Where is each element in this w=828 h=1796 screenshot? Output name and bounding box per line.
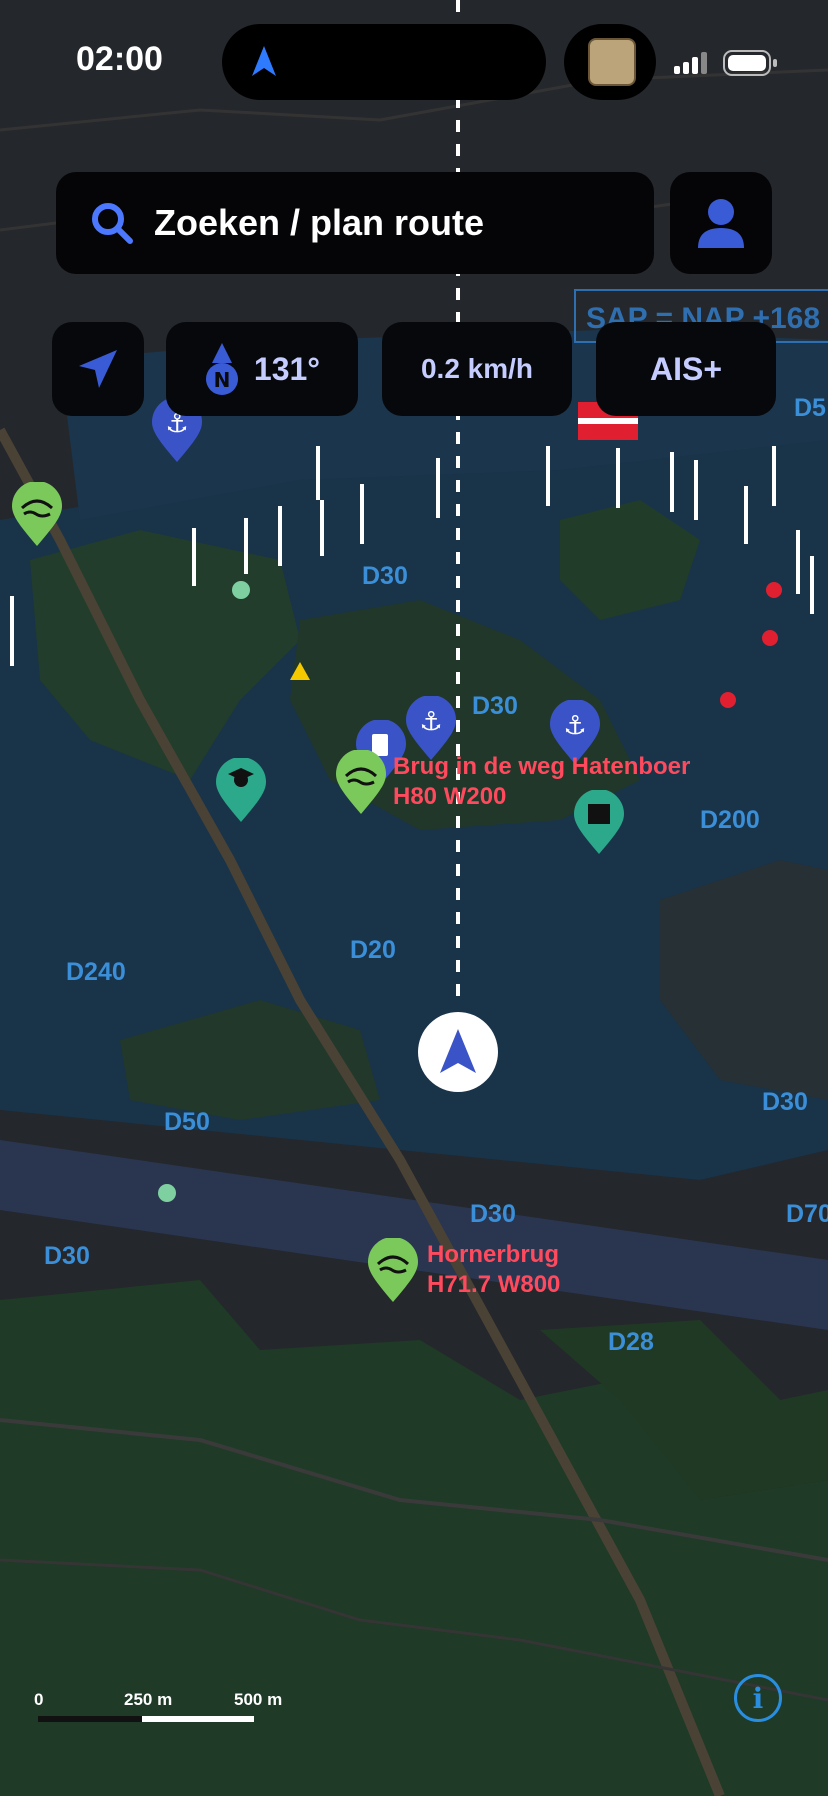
bridge-name: Hornerbrug	[427, 1241, 559, 1268]
depth-label: D30	[362, 562, 408, 590]
school-marker[interactable]	[214, 758, 268, 824]
bridge-name: Brug in de weg Hatenboer	[393, 753, 691, 780]
profile-button[interactable]	[670, 172, 772, 274]
svg-text:N: N	[214, 368, 231, 392]
depth-label: D70	[786, 1200, 828, 1228]
heading-button[interactable]: N 131°	[166, 322, 358, 416]
scale-segment	[38, 1716, 142, 1722]
bridge-marker[interactable]	[10, 482, 64, 548]
depth-label: D30	[470, 1200, 516, 1228]
search-icon	[92, 203, 133, 244]
compass-icon: N	[205, 343, 238, 395]
info-button[interactable]: i	[734, 1674, 782, 1722]
bridge-label: Brug in de weg Hatenboer H80 W200	[393, 752, 690, 812]
scale-end: 500 m	[234, 1690, 283, 1709]
svg-text:⚓: ⚓	[419, 707, 442, 737]
search-label: Zoeken / plan route	[154, 202, 485, 243]
bridge-dimensions: H80 W200	[393, 783, 507, 810]
bridge-label: Hornerbrug H71.7 W800	[427, 1240, 560, 1300]
depth-label: D30	[472, 692, 518, 720]
depth-label: D240	[66, 958, 126, 986]
app-thumbnail	[564, 24, 656, 100]
ais-label: AIS+	[649, 350, 723, 387]
signal-icon	[674, 52, 707, 74]
vessel-position[interactable]	[418, 1012, 498, 1092]
scale-segment	[142, 1716, 254, 1722]
depth-label: D30	[762, 1088, 808, 1116]
battery-icon	[723, 50, 777, 76]
depth-label: D30	[44, 1242, 90, 1270]
ais-button[interactable]: AIS+	[596, 322, 776, 416]
info-icon: i	[752, 1681, 764, 1715]
app-logo	[588, 38, 636, 86]
search-bar[interactable]: Zoeken / plan route	[56, 172, 654, 274]
depth-label: D5	[794, 394, 826, 422]
person-icon	[698, 199, 744, 248]
speed-button[interactable]: 0.2 km/h	[382, 322, 572, 416]
status-time: 02:00	[76, 40, 163, 78]
depth-label: D200	[700, 806, 760, 834]
scale-zero: 0	[34, 1690, 44, 1709]
scale-mid: 250 m	[124, 1690, 173, 1709]
depth-label: D28	[608, 1328, 654, 1356]
locate-button[interactable]	[52, 322, 144, 416]
speed-value: 0.2 km/h	[420, 353, 534, 384]
heading-value: 131°	[253, 350, 321, 387]
depth-label: D50	[164, 1108, 210, 1136]
bridge-dimensions: H71.7 W800	[427, 1271, 561, 1298]
depth-label: D20	[350, 936, 396, 964]
location-arrow-icon	[252, 46, 276, 76]
svg-text:⚓: ⚓	[563, 711, 586, 741]
bridge-marker[interactable]	[366, 1238, 420, 1304]
location-arrow-icon	[79, 350, 117, 388]
bridge-marker[interactable]	[334, 750, 388, 816]
navigation-arrow-icon	[440, 1029, 476, 1073]
